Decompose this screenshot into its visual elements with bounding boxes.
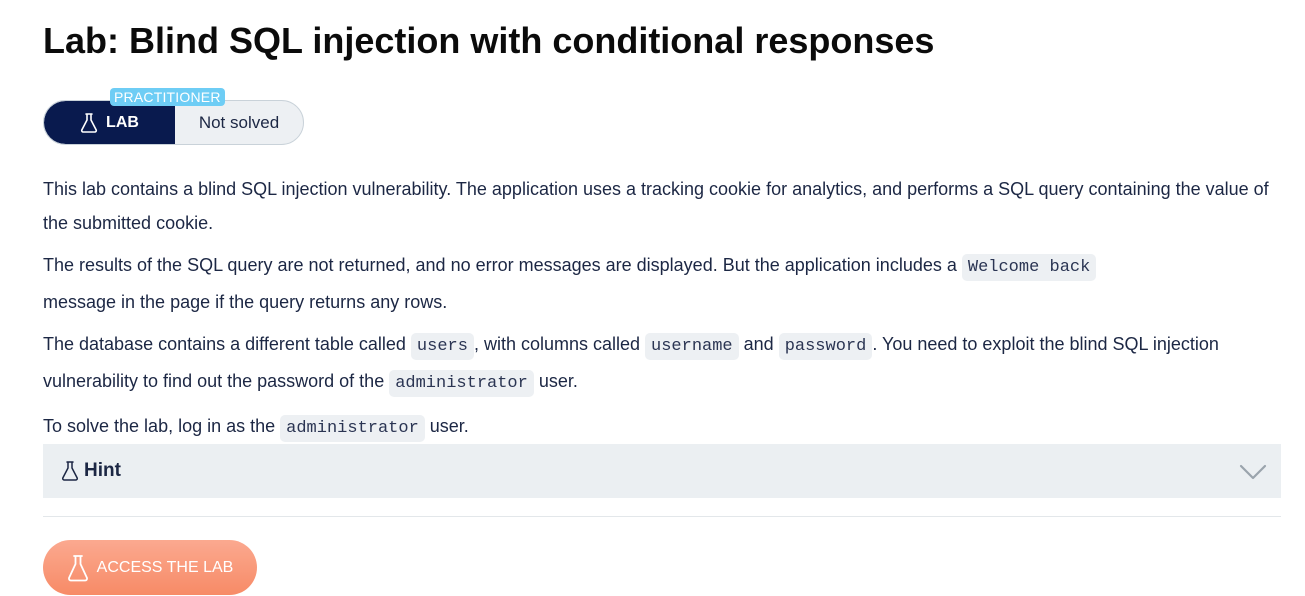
lab-label: LAB — [44, 101, 175, 144]
description-text: The database contains a different table … — [43, 334, 411, 354]
lab-status-badge: LAB Not solved PRACTITIONER — [43, 88, 304, 145]
inline-code: administrator — [389, 370, 534, 397]
description-paragraph: The results of the SQL query are not ret… — [43, 248, 1283, 319]
description-text: To solve the lab, log in as the — [43, 416, 281, 436]
lab-page: Lab: Blind SQL injection with conditiona… — [0, 0, 1305, 596]
lab-label-text: LAB — [106, 113, 139, 131]
page-title: Lab: Blind SQL injection with conditiona… — [43, 20, 935, 61]
chevron-down-icon[interactable] — [1239, 458, 1267, 484]
description-text: user. — [533, 371, 578, 391]
lab-description: This lab contains a blind SQL injection … — [43, 172, 1283, 454]
inline-code: users — [410, 333, 474, 360]
flask-icon — [67, 554, 88, 581]
description-text: message in the page if the query returns… — [43, 292, 448, 312]
hint-label: Hint — [84, 460, 121, 481]
description-text: and — [738, 334, 779, 354]
description-paragraph: The database contains a different table … — [43, 327, 1283, 401]
description-text: The results of the SQL query are not ret… — [43, 255, 962, 275]
hint-toggle[interactable]: Hint — [43, 444, 1281, 498]
flask-icon — [80, 112, 98, 133]
divider — [43, 516, 1281, 517]
inline-code: Welcome back — [961, 254, 1097, 281]
description-paragraph: This lab contains a blind SQL injection … — [43, 172, 1283, 240]
description-paragraph: To solve the lab, log in as the administ… — [43, 409, 1283, 446]
level-tag: PRACTITIONER — [110, 88, 225, 106]
access-lab-label: ACCESS THE LAB — [96, 558, 234, 576]
inline-code: username — [645, 333, 739, 360]
description-text: user. — [424, 416, 469, 436]
access-lab-button[interactable]: ACCESS THE LAB — [43, 540, 257, 595]
inline-code: password — [778, 333, 873, 360]
lab-status: Not solved — [198, 112, 280, 132]
description-text: This lab contains a blind SQL injection … — [43, 179, 1269, 233]
inline-code: administrator — [280, 415, 425, 442]
flask-icon — [61, 461, 79, 481]
description-text: , with columns called — [473, 334, 646, 354]
